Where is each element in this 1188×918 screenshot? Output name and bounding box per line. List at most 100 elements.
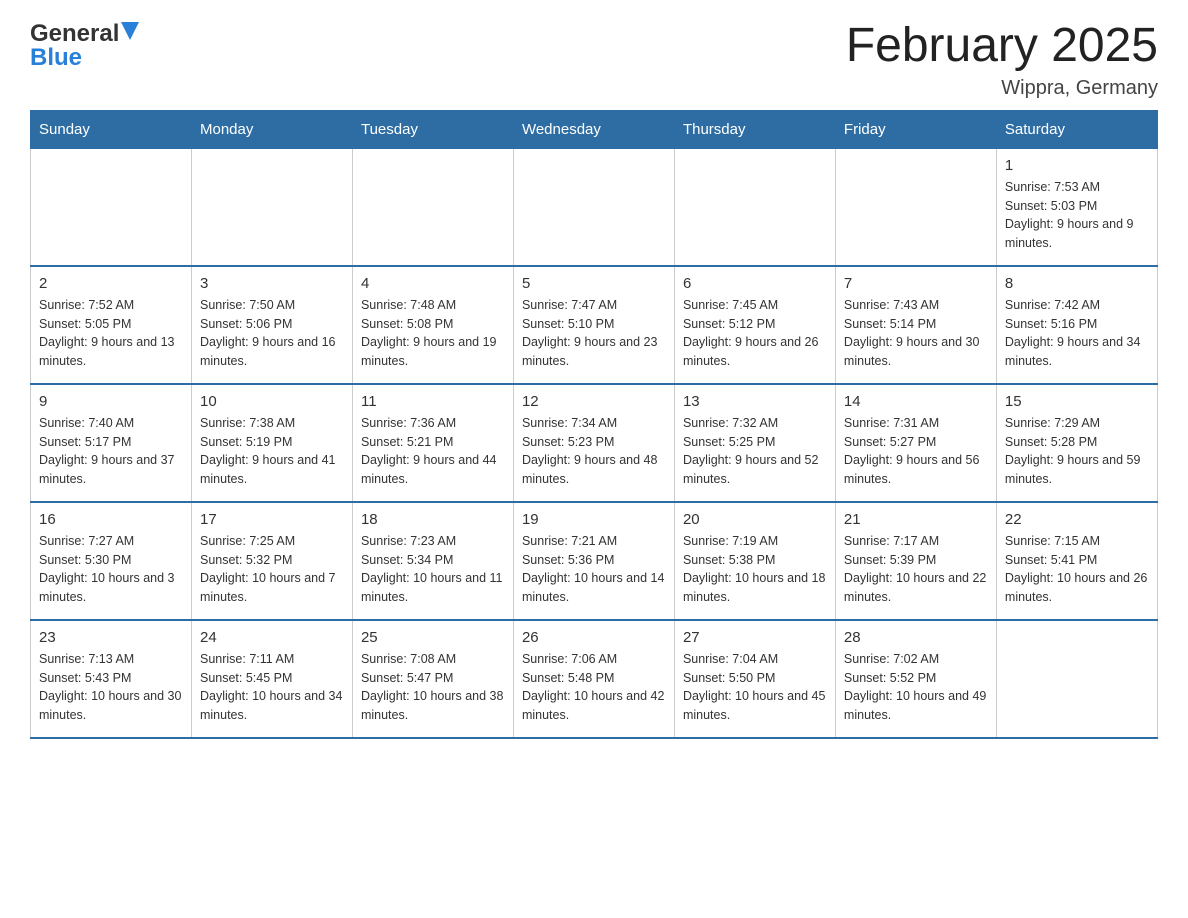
day-info: Sunrise: 7:21 AMSunset: 5:36 PMDaylight:… bbox=[522, 532, 666, 607]
day-info: Sunrise: 7:13 AMSunset: 5:43 PMDaylight:… bbox=[39, 650, 183, 725]
col-monday: Monday bbox=[191, 110, 352, 148]
col-sunday: Sunday bbox=[31, 110, 192, 148]
day-info: Sunrise: 7:29 AMSunset: 5:28 PMDaylight:… bbox=[1005, 414, 1149, 489]
day-number: 23 bbox=[39, 629, 183, 646]
day-number: 9 bbox=[39, 393, 183, 410]
col-wednesday: Wednesday bbox=[513, 110, 674, 148]
day-info: Sunrise: 7:53 AMSunset: 5:03 PMDaylight:… bbox=[1005, 178, 1149, 253]
calendar-day: 19 Sunrise: 7:21 AMSunset: 5:36 PMDayligh… bbox=[513, 502, 674, 620]
calendar-day: 3 Sunrise: 7:50 AMSunset: 5:06 PMDaylight… bbox=[191, 266, 352, 384]
calendar-day: 14Sunrise: 7:31 AMSunset: 5:27 PMDayligh… bbox=[835, 384, 996, 502]
calendar-day: 8 Sunrise: 7:42 AMSunset: 5:16 PMDaylight… bbox=[996, 266, 1157, 384]
calendar-day: 2 Sunrise: 7:52 AMSunset: 5:05 PMDaylight… bbox=[31, 266, 192, 384]
calendar-week-2: 2 Sunrise: 7:52 AMSunset: 5:05 PMDaylight… bbox=[31, 266, 1158, 384]
calendar-day bbox=[513, 148, 674, 266]
calendar-header-row: Sunday Monday Tuesday Wednesday Thursday… bbox=[31, 110, 1158, 148]
day-info: Sunrise: 7:32 AMSunset: 5:25 PMDaylight:… bbox=[683, 414, 827, 489]
calendar-day bbox=[191, 148, 352, 266]
calendar-day: 27Sunrise: 7:04 AMSunset: 5:50 PMDayligh… bbox=[674, 620, 835, 738]
day-number: 19 bbox=[522, 511, 666, 528]
day-info: Sunrise: 7:27 AMSunset: 5:30 PMDaylight:… bbox=[39, 532, 183, 607]
day-info: Sunrise: 7:50 AMSunset: 5:06 PMDaylight:… bbox=[200, 296, 344, 371]
calendar-day: 18 Sunrise: 7:23 AMSunset: 5:34 PMDayligh… bbox=[352, 502, 513, 620]
logo-blue-text: Blue bbox=[30, 44, 82, 72]
day-number: 8 bbox=[1005, 275, 1149, 292]
calendar-day: 11 Sunrise: 7:36 AMSunset: 5:21 PMDayligh… bbox=[352, 384, 513, 502]
day-info: Sunrise: 7:06 AMSunset: 5:48 PMDaylight:… bbox=[522, 650, 666, 725]
calendar-week-4: 16 Sunrise: 7:27 AMSunset: 5:30 PMDayligh… bbox=[31, 502, 1158, 620]
day-info: Sunrise: 7:11 AMSunset: 5:45 PMDaylight:… bbox=[200, 650, 344, 725]
day-number: 26 bbox=[522, 629, 666, 646]
day-info: Sunrise: 7:02 AMSunset: 5:52 PMDaylight:… bbox=[844, 650, 988, 725]
calendar-day bbox=[31, 148, 192, 266]
day-info: Sunrise: 7:43 AMSunset: 5:14 PMDaylight:… bbox=[844, 296, 988, 371]
day-number: 10 bbox=[200, 393, 344, 410]
calendar-week-5: 23 Sunrise: 7:13 AMSunset: 5:43 PMDayligh… bbox=[31, 620, 1158, 738]
calendar-day bbox=[996, 620, 1157, 738]
day-number: 11 bbox=[361, 393, 505, 410]
calendar-day: 23 Sunrise: 7:13 AMSunset: 5:43 PMDayligh… bbox=[31, 620, 192, 738]
title-block: February 2025 Wippra, Germany bbox=[846, 20, 1158, 100]
day-number: 16 bbox=[39, 511, 183, 528]
col-saturday: Saturday bbox=[996, 110, 1157, 148]
day-info: Sunrise: 7:15 AMSunset: 5:41 PMDaylight:… bbox=[1005, 532, 1149, 607]
day-info: Sunrise: 7:36 AMSunset: 5:21 PMDaylight:… bbox=[361, 414, 505, 489]
calendar-day: 25 Sunrise: 7:08 AMSunset: 5:47 PMDayligh… bbox=[352, 620, 513, 738]
day-info: Sunrise: 7:45 AMSunset: 5:12 PMDaylight:… bbox=[683, 296, 827, 371]
calendar-day bbox=[835, 148, 996, 266]
calendar-day: 16 Sunrise: 7:27 AMSunset: 5:30 PMDayligh… bbox=[31, 502, 192, 620]
day-info: Sunrise: 7:25 AMSunset: 5:32 PMDaylight:… bbox=[200, 532, 344, 607]
day-number: 24 bbox=[200, 629, 344, 646]
day-info: Sunrise: 7:38 AMSunset: 5:19 PMDaylight:… bbox=[200, 414, 344, 489]
col-thursday: Thursday bbox=[674, 110, 835, 148]
day-number: 1 bbox=[1005, 157, 1149, 174]
day-info: Sunrise: 7:34 AMSunset: 5:23 PMDaylight:… bbox=[522, 414, 666, 489]
day-number: 7 bbox=[844, 275, 988, 292]
calendar-day: 17Sunrise: 7:25 AMSunset: 5:32 PMDayligh… bbox=[191, 502, 352, 620]
day-info: Sunrise: 7:47 AMSunset: 5:10 PMDaylight:… bbox=[522, 296, 666, 371]
day-number: 13 bbox=[683, 393, 827, 410]
calendar-table: Sunday Monday Tuesday Wednesday Thursday… bbox=[30, 110, 1158, 739]
day-number: 25 bbox=[361, 629, 505, 646]
day-number: 6 bbox=[683, 275, 827, 292]
day-number: 18 bbox=[361, 511, 505, 528]
calendar-day: 1 Sunrise: 7:53 AMSunset: 5:03 PMDaylight… bbox=[996, 148, 1157, 266]
day-number: 15 bbox=[1005, 393, 1149, 410]
day-number: 20 bbox=[683, 511, 827, 528]
page-header: General Blue February 2025 Wippra, Germa… bbox=[30, 20, 1158, 100]
logo-triangle-icon bbox=[121, 22, 139, 40]
day-number: 22 bbox=[1005, 511, 1149, 528]
calendar-day: 10 Sunrise: 7:38 AMSunset: 5:19 PMDayligh… bbox=[191, 384, 352, 502]
calendar-day: 24 Sunrise: 7:11 AMSunset: 5:45 PMDayligh… bbox=[191, 620, 352, 738]
col-friday: Friday bbox=[835, 110, 996, 148]
calendar-week-1: 1 Sunrise: 7:53 AMSunset: 5:03 PMDaylight… bbox=[31, 148, 1158, 266]
calendar-day: 5 Sunrise: 7:47 AMSunset: 5:10 PMDaylight… bbox=[513, 266, 674, 384]
day-info: Sunrise: 7:48 AMSunset: 5:08 PMDaylight:… bbox=[361, 296, 505, 371]
day-info: Sunrise: 7:19 AMSunset: 5:38 PMDaylight:… bbox=[683, 532, 827, 607]
calendar-week-3: 9 Sunrise: 7:40 AMSunset: 5:17 PMDaylight… bbox=[31, 384, 1158, 502]
calendar-day: 4Sunrise: 7:48 AMSunset: 5:08 PMDaylight… bbox=[352, 266, 513, 384]
calendar-day: 9 Sunrise: 7:40 AMSunset: 5:17 PMDaylight… bbox=[31, 384, 192, 502]
day-info: Sunrise: 7:31 AMSunset: 5:27 PMDaylight:… bbox=[844, 414, 988, 489]
calendar-day: 26 Sunrise: 7:06 AMSunset: 5:48 PMDayligh… bbox=[513, 620, 674, 738]
day-info: Sunrise: 7:17 AMSunset: 5:39 PMDaylight:… bbox=[844, 532, 988, 607]
day-number: 12 bbox=[522, 393, 666, 410]
col-tuesday: Tuesday bbox=[352, 110, 513, 148]
day-info: Sunrise: 7:40 AMSunset: 5:17 PMDaylight:… bbox=[39, 414, 183, 489]
calendar-day bbox=[352, 148, 513, 266]
calendar-day: 15 Sunrise: 7:29 AMSunset: 5:28 PMDayligh… bbox=[996, 384, 1157, 502]
day-number: 5 bbox=[522, 275, 666, 292]
logo: General Blue bbox=[30, 20, 139, 72]
day-info: Sunrise: 7:42 AMSunset: 5:16 PMDaylight:… bbox=[1005, 296, 1149, 371]
calendar-subtitle: Wippra, Germany bbox=[846, 77, 1158, 100]
day-info: Sunrise: 7:23 AMSunset: 5:34 PMDaylight:… bbox=[361, 532, 505, 607]
day-number: 3 bbox=[200, 275, 344, 292]
calendar-day: 28Sunrise: 7:02 AMSunset: 5:52 PMDayligh… bbox=[835, 620, 996, 738]
calendar-day: 21 Sunrise: 7:17 AMSunset: 5:39 PMDayligh… bbox=[835, 502, 996, 620]
day-number: 21 bbox=[844, 511, 988, 528]
day-info: Sunrise: 7:52 AMSunset: 5:05 PMDaylight:… bbox=[39, 296, 183, 371]
calendar-day: 6 Sunrise: 7:45 AMSunset: 5:12 PMDaylight… bbox=[674, 266, 835, 384]
day-info: Sunrise: 7:08 AMSunset: 5:47 PMDaylight:… bbox=[361, 650, 505, 725]
day-number: 2 bbox=[39, 275, 183, 292]
calendar-title: February 2025 bbox=[846, 20, 1158, 73]
